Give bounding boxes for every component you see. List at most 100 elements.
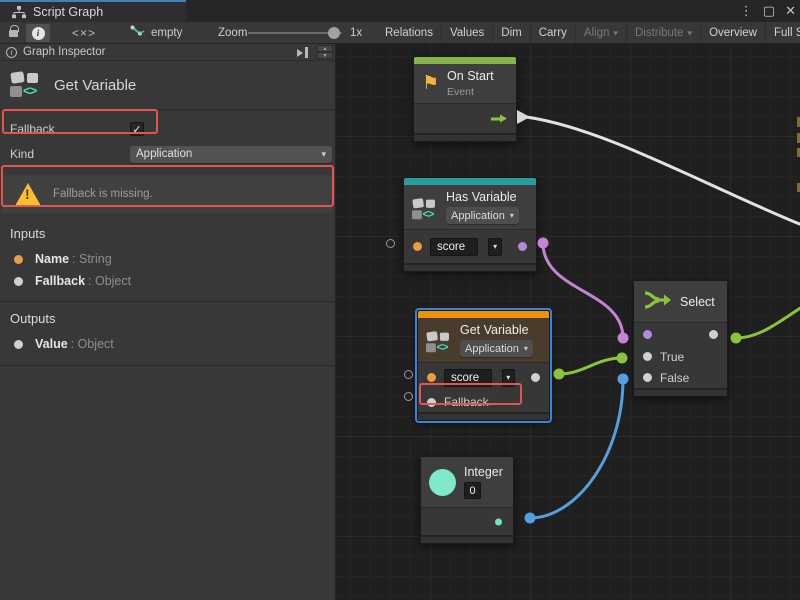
selection-output-port[interactable] <box>709 330 718 339</box>
distribute-button[interactable]: Distribute▾ <box>626 22 700 44</box>
value-output-port[interactable] <box>531 373 540 382</box>
title-bar: Script Graph ⋮ ▢ ✕ <box>0 0 800 22</box>
port-dot-gray <box>14 277 23 286</box>
inputs-section-title: Inputs <box>0 217 335 248</box>
variables-icon: <> <box>412 198 433 216</box>
scroll-down-icon[interactable]: ▼ <box>317 52 333 59</box>
node-on-start[interactable]: ⚑ On Start Event <box>413 56 517 142</box>
unit-title: Get Variable <box>54 77 136 94</box>
scope-dropdown[interactable]: Application▾ <box>446 207 519 224</box>
kind-dropdown[interactable]: Application ▾ <box>130 146 332 163</box>
connection-wires <box>336 44 800 600</box>
unconnected-port-ring[interactable] <box>386 239 395 248</box>
graph-reference[interactable]: empty <box>130 22 182 44</box>
node-select[interactable]: Select True False <box>633 280 728 397</box>
full-screen-button[interactable]: Full Screen <box>765 22 800 44</box>
variable-picker-button[interactable]: ▾ <box>488 238 502 256</box>
warning-box: Fallback is missing. <box>2 175 333 213</box>
variables-color-bar <box>404 178 536 185</box>
flow-output-port[interactable] <box>491 114 507 123</box>
flow-wire-white <box>526 117 800 225</box>
port-dot-orange <box>14 255 23 264</box>
output-port-row: Value: Object <box>0 333 335 355</box>
variable-name-field[interactable]: score <box>444 369 492 387</box>
zoom-slider-track[interactable] <box>248 32 342 34</box>
variable-name-field[interactable]: score <box>430 238 478 256</box>
unity-visual-scripting-window: Script Graph ⋮ ▢ ✕ i <×> empty Zoom 1x R… <box>0 0 800 600</box>
variables-icon: <> <box>10 71 42 99</box>
integer-value-field[interactable]: 0 <box>464 482 481 499</box>
bool-output-port[interactable] <box>518 242 527 251</box>
scroll-up-icon[interactable]: ▲ <box>317 45 333 52</box>
warning-text: Fallback is missing. <box>53 188 153 200</box>
zoom-slider-handle[interactable] <box>328 27 340 39</box>
lock-icon <box>9 30 18 37</box>
window-menu-icon[interactable]: ⋮ <box>740 0 753 22</box>
kind-label: Kind <box>10 147 130 161</box>
node-footer <box>634 388 727 396</box>
dock-panel-icon[interactable] <box>297 47 311 58</box>
values-button[interactable]: Values <box>441 22 492 44</box>
fallback-input-port[interactable] <box>427 398 436 407</box>
false-input-port[interactable] <box>643 373 652 382</box>
chevron-down-icon: ▾ <box>613 28 618 39</box>
event-color-bar <box>414 57 516 64</box>
unconnected-port-ring[interactable] <box>404 392 413 401</box>
condition-input-port[interactable] <box>643 330 652 339</box>
relations-button[interactable]: Relations <box>377 22 441 44</box>
warning-icon <box>15 183 41 206</box>
inspector-header: i Graph Inspector ▲ ▼ <box>0 44 335 61</box>
tab-script-graph[interactable]: Script Graph <box>0 0 186 22</box>
true-port-label: True <box>660 350 684 364</box>
variable-picker-button[interactable]: ▾ <box>502 369 515 387</box>
node-get-variable[interactable]: <> Get Variable Application▾ score ▾ Fal… <box>417 310 550 421</box>
port-type: : String <box>72 252 112 266</box>
flag-icon: ⚑ <box>422 74 439 93</box>
chevron-down-icon: ▾ <box>510 211 514 220</box>
fallback-checkbox[interactable]: ✓ <box>130 122 144 136</box>
fallback-property-row: Fallback ✓ <box>0 118 335 140</box>
divider <box>0 365 335 366</box>
scope-dropdown[interactable]: Application▾ <box>460 340 533 357</box>
close-icon[interactable]: ✕ <box>785 0 796 22</box>
lock-button[interactable] <box>2 22 24 44</box>
graph-canvas[interactable]: ⚑ On Start Event <> Has Variable Applica… <box>336 44 800 600</box>
flow-wire-start-triangle <box>517 110 530 124</box>
true-input-port[interactable] <box>643 352 652 361</box>
inspector-toggle-button[interactable]: i <box>26 24 50 42</box>
unconnected-port-ring[interactable] <box>404 370 413 379</box>
kind-property-row: Kind Application ▾ <box>0 143 335 165</box>
get-variable-color-bar <box>418 311 549 318</box>
output-wire-green <box>736 307 800 338</box>
port-name: Value <box>35 337 68 351</box>
name-input-port[interactable] <box>413 242 422 251</box>
graph-ref-label: empty <box>151 27 182 39</box>
zoom-slider[interactable] <box>248 22 342 44</box>
code-view-button[interactable]: <×> <box>62 22 106 44</box>
overview-button[interactable]: Overview <box>700 22 765 44</box>
node-title: Integer <box>464 465 503 479</box>
dim-button[interactable]: Dim <box>492 22 529 44</box>
code-icon: <×> <box>72 26 96 40</box>
variables-icon: <> <box>426 331 447 349</box>
node-footer <box>414 133 516 141</box>
name-input-port[interactable] <box>427 373 436 382</box>
integer-output-port[interactable] <box>495 518 502 525</box>
maximize-icon[interactable]: ▢ <box>763 0 775 22</box>
input-port-row: Fallback: Object <box>0 270 335 292</box>
graph-pointer-icon <box>130 25 145 41</box>
inspector-title: Graph Inspector <box>23 46 105 58</box>
carry-button[interactable]: Carry <box>530 22 575 44</box>
port-name: Fallback <box>35 274 85 288</box>
node-footer <box>421 535 513 543</box>
align-button[interactable]: Align▾ <box>575 22 626 44</box>
node-title: Select <box>680 295 715 309</box>
integer-type-icon <box>429 469 456 496</box>
node-footer <box>418 412 549 420</box>
node-integer-literal[interactable]: Integer 0 <box>420 456 514 544</box>
selected-unit-header: <> Get Variable <box>0 61 335 110</box>
node-has-variable[interactable]: <> Has Variable Application▾ score ▾ <box>403 177 537 272</box>
chevron-down-icon: ▾ <box>524 344 528 353</box>
panel-scrollbar[interactable]: ▲ ▼ <box>317 45 333 59</box>
script-graph-icon <box>12 6 26 19</box>
